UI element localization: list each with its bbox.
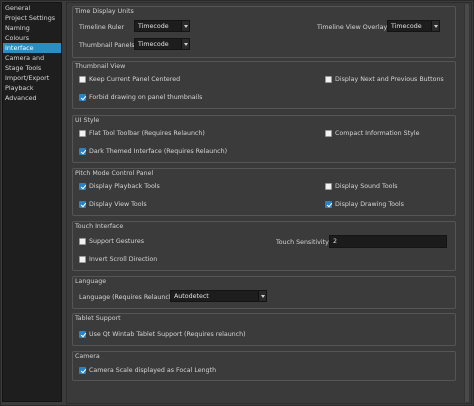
- timeline-overlays-select[interactable]: Timecode: [387, 20, 440, 32]
- group-thumbnail-view: Thumbnail View Keep Current Panel Center…: [72, 61, 456, 109]
- checkbox-label: Display View Tools: [89, 201, 147, 208]
- support-gestures-checkbox[interactable]: Support Gestures: [79, 238, 144, 245]
- group-language: Language Language (Requires Relaunch) Au…: [72, 276, 456, 309]
- timeline-ruler-value: Timecode: [138, 22, 169, 30]
- group-camera: Camera Camera Scale displayed as Focal L…: [72, 351, 456, 381]
- sidebar-item-advanced[interactable]: Advanced: [3, 93, 61, 103]
- checkbox-label: Compact Information Style: [335, 130, 420, 137]
- group-title: Thumbnail View: [75, 63, 126, 70]
- sidebar-item-playback[interactable]: Playback: [3, 83, 61, 93]
- checkbox-label: Display Sound Tools: [335, 183, 398, 190]
- checkbox-box[interactable]: [79, 148, 86, 155]
- group-ui-style: UI Style Flat Tool Toolbar (Requires Rel…: [72, 115, 456, 163]
- group-title: UI Style: [75, 117, 100, 124]
- checkbox-box[interactable]: [325, 201, 332, 208]
- chevron-down-icon: [181, 39, 189, 49]
- touch-sensitivity-input[interactable]: 2: [329, 235, 447, 248]
- group-tablet-support: Tablet Support Use Qt Wintab Tablet Supp…: [72, 313, 456, 346]
- camera-scale-focal-checkbox[interactable]: Camera Scale displayed as Focal Length: [79, 367, 216, 374]
- keep-centered-checkbox[interactable]: Keep Current Panel Centered: [79, 76, 180, 83]
- language-select[interactable]: Autodetect: [170, 290, 267, 302]
- checkbox-box[interactable]: [79, 256, 86, 263]
- compact-info-checkbox[interactable]: Compact Information Style: [325, 130, 419, 137]
- checkbox-box[interactable]: [325, 76, 332, 83]
- checkbox-box[interactable]: [79, 76, 86, 83]
- sidebar-item-project-settings[interactable]: Project Settings: [3, 13, 61, 23]
- group-title: Language: [75, 278, 107, 285]
- chevron-down-icon: [181, 21, 189, 31]
- group-title: Touch Interface: [75, 223, 124, 230]
- preferences-category-list[interactable]: General Project Settings Naming Colours …: [2, 2, 62, 402]
- checkbox-label: Use Qt Wintab Tablet Support (Requires r…: [89, 331, 246, 338]
- group-title: Pitch Mode Control Panel: [75, 170, 154, 177]
- checkbox-label: Display Drawing Tools: [335, 201, 404, 208]
- checkbox-label: Display Next and Previous Buttons: [335, 76, 444, 83]
- sidebar-item-naming[interactable]: Naming: [3, 23, 61, 33]
- vertical-scrollbar[interactable]: [464, 4, 470, 402]
- invert-scroll-checkbox[interactable]: Invert Scroll Direction: [79, 256, 157, 263]
- display-playback-tools-checkbox[interactable]: Display Playback Tools: [79, 183, 160, 190]
- group-pitch-mode: Pitch Mode Control Panel Display Playbac…: [72, 168, 456, 216]
- timeline-overlays-label: Timeline View Overlays: [317, 24, 391, 31]
- checkbox-box[interactable]: [79, 94, 86, 101]
- checkbox-box[interactable]: [79, 331, 86, 338]
- group-title: Camera: [75, 353, 100, 360]
- chevron-down-icon: [258, 291, 266, 301]
- display-next-prev-checkbox[interactable]: Display Next and Previous Buttons: [325, 76, 444, 83]
- scrollbar-thumb[interactable]: [465, 4, 469, 402]
- group-time-display-units: Time Display Units Timeline Ruler Timeco…: [72, 6, 456, 58]
- timeline-ruler-select[interactable]: Timecode: [134, 20, 190, 32]
- language-label: Language (Requires Relaunch): [79, 294, 176, 301]
- wintab-checkbox[interactable]: Use Qt Wintab Tablet Support (Requires r…: [79, 331, 246, 338]
- chevron-down-icon: [431, 21, 439, 31]
- checkbox-label: Keep Current Panel Centered: [89, 76, 181, 83]
- thumbnail-panels-select[interactable]: Timecode: [134, 38, 190, 50]
- checkbox-label: Dark Themed Interface (Requires Relaunch…: [89, 148, 228, 155]
- checkbox-box[interactable]: [79, 130, 86, 137]
- group-title: Tablet Support: [75, 315, 121, 322]
- checkbox-label: Forbid drawing on panel thumbnails: [89, 94, 203, 101]
- dark-theme-checkbox[interactable]: Dark Themed Interface (Requires Relaunch…: [79, 148, 227, 155]
- thumbnail-panels-label: Thumbnail Panels: [79, 42, 135, 49]
- checkbox-box[interactable]: [79, 367, 86, 374]
- checkbox-box[interactable]: [79, 183, 86, 190]
- sidebar-item-camera-stage-tools[interactable]: Camera and Stage Tools: [3, 53, 61, 73]
- display-view-tools-checkbox[interactable]: Display View Tools: [79, 201, 147, 208]
- sidebar-item-general[interactable]: General: [3, 3, 61, 13]
- checkbox-box[interactable]: [79, 238, 86, 245]
- flat-toolbar-checkbox[interactable]: Flat Tool Toolbar (Requires Relaunch): [79, 130, 205, 137]
- sidebar-item-import-export[interactable]: Import/Export: [3, 73, 61, 83]
- display-drawing-tools-checkbox[interactable]: Display Drawing Tools: [325, 201, 404, 208]
- checkbox-label: Invert Scroll Direction: [89, 256, 158, 263]
- touch-sensitivity-label: Touch Sensitivity: [276, 239, 329, 246]
- checkbox-box[interactable]: [325, 183, 332, 190]
- thumbnail-panels-value: Timecode: [138, 40, 169, 48]
- timeline-overlays-value: Timecode: [391, 22, 422, 30]
- display-sound-tools-checkbox[interactable]: Display Sound Tools: [325, 183, 398, 190]
- language-value: Autodetect: [174, 292, 209, 300]
- group-title: Time Display Units: [75, 8, 134, 15]
- checkbox-label: Camera Scale displayed as Focal Length: [89, 367, 217, 374]
- sidebar-item-interface[interactable]: Interface: [3, 43, 61, 53]
- forbid-drawing-checkbox[interactable]: Forbid drawing on panel thumbnails: [79, 94, 202, 101]
- checkbox-label: Display Playback Tools: [89, 183, 160, 190]
- checkbox-label: Support Gestures: [89, 238, 144, 245]
- checkbox-box[interactable]: [79, 201, 86, 208]
- group-touch-interface: Touch Interface Support Gestures Touch S…: [72, 221, 456, 271]
- sidebar-item-colours[interactable]: Colours: [3, 33, 61, 43]
- timeline-ruler-label: Timeline Ruler: [79, 24, 125, 31]
- checkbox-box[interactable]: [325, 130, 332, 137]
- checkbox-label: Flat Tool Toolbar (Requires Relaunch): [89, 130, 205, 137]
